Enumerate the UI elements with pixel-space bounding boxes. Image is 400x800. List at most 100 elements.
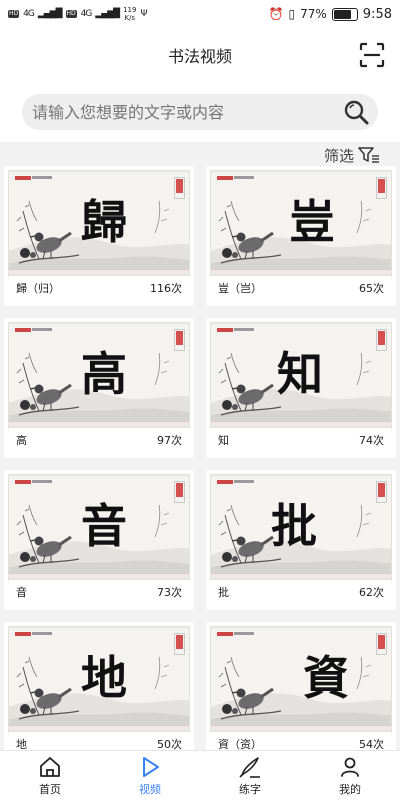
network-speed: 119 K/s <box>123 6 136 22</box>
filter-button[interactable]: 筛选 <box>0 142 400 168</box>
red-seal-stamp <box>176 179 183 193</box>
battery-icon <box>331 7 358 21</box>
app-header: 书法视频 <box>0 28 400 82</box>
view-count: 116次 <box>150 282 182 295</box>
filter-label: 筛选 <box>323 146 354 165</box>
play-icon <box>143 756 159 777</box>
user-icon <box>341 757 359 777</box>
calligraphy-character: 資 <box>303 651 349 705</box>
tab-mine-label: 我的 <box>339 782 361 796</box>
search-section <box>0 82 400 142</box>
brand-logo-text <box>32 480 52 483</box>
tab-mine[interactable]: 我的 <box>300 751 400 800</box>
alarm-icon: ⏰ <box>268 7 284 21</box>
filter-icon <box>358 147 379 163</box>
thumbnail-bottom-bar <box>9 269 189 275</box>
brand-logo-text <box>32 176 52 179</box>
signal1-label: 4G <box>23 9 35 19</box>
status-bar: HD 4G ▂▄▆█ HD 4G ▂▄▆█ 119 K/s Ψ ⏰ ▯ 77% … <box>0 0 400 28</box>
clock: 9:58 <box>362 6 392 22</box>
view-count: 97次 <box>157 434 182 447</box>
status-left: HD 4G ▂▄▆█ HD 4G ▂▄▆█ 119 K/s Ψ <box>8 6 148 22</box>
brand-logo-text <box>32 328 52 331</box>
page-title: 书法视频 <box>167 47 232 66</box>
view-count: 65次 <box>359 282 384 295</box>
battery-fill <box>333 9 351 19</box>
thumbnail-bottom-bar <box>9 573 189 579</box>
network-speed-unit: K/s <box>124 14 136 22</box>
search-input[interactable] <box>32 102 332 122</box>
calligraphy-character: 歸 <box>81 195 127 249</box>
brand-logo <box>217 480 233 484</box>
battery-percent: 77% <box>300 7 327 21</box>
video-thumbnail[interactable]: 資 <box>210 626 392 732</box>
thumbnail-bottom-bar <box>9 421 189 427</box>
red-seal-stamp <box>176 483 183 497</box>
tab-practice[interactable]: 练字 <box>200 751 300 800</box>
video-thumbnail[interactable]: 地 <box>8 626 190 732</box>
video-title: 知 <box>218 434 229 447</box>
brand-logo <box>217 632 233 636</box>
video-card[interactable]: 歸歸（归） 116次 <box>4 166 194 306</box>
brand-logo-text <box>234 632 254 635</box>
tab-video-label: 视频 <box>139 782 161 796</box>
video-thumbnail[interactable]: 歸 <box>8 170 190 276</box>
red-seal-stamp <box>378 635 385 649</box>
usb-icon: Ψ <box>140 9 147 19</box>
video-card[interactable]: 地地 50次 <box>4 622 194 762</box>
red-seal-stamp <box>378 179 385 193</box>
video-thumbnail[interactable]: 豈 <box>210 170 392 276</box>
calligraphy-character: 音 <box>81 499 127 553</box>
video-thumbnail[interactable]: 音 <box>8 474 190 580</box>
tab-video[interactable]: 视频 <box>100 751 200 800</box>
video-thumbnail[interactable]: 高 <box>8 322 190 428</box>
calligraphy-character: 地 <box>81 651 127 705</box>
video-card[interactable]: 高高 97次 <box>4 318 194 458</box>
scan-icon[interactable] <box>358 41 386 69</box>
video-grid: 歸歸（归） 116次 豈豈（岂） 65次 高高 97次 知知 74次 音 音 7… <box>4 166 396 762</box>
tab-home[interactable]: 首页 <box>0 751 100 800</box>
bottom-tab-bar: 首页 视频 练字 我的 <box>0 750 400 800</box>
video-card[interactable]: 知知 74次 <box>206 318 396 458</box>
thumbnail-bottom-bar <box>9 725 189 731</box>
view-count: 62次 <box>359 586 384 599</box>
network-speed-value: 119 <box>123 6 137 14</box>
ink-painting-illustration <box>211 656 391 731</box>
signal2-label: 4G <box>80 9 93 19</box>
brand-logo-text <box>32 632 52 635</box>
video-thumbnail[interactable]: 批 <box>210 474 392 580</box>
red-seal-stamp <box>176 331 183 345</box>
status-right: ⏰ ▯ 77% 9:58 <box>269 7 392 22</box>
tab-home-label: 首页 <box>39 782 61 796</box>
video-title: 歸（归） <box>16 282 60 295</box>
search-bar[interactable] <box>22 94 378 130</box>
video-title: 音 <box>16 586 27 599</box>
sim1-badge: HD <box>8 10 20 18</box>
video-card[interactable]: 音音 73次 <box>4 470 194 610</box>
video-card[interactable]: 豈豈（岂） 65次 <box>206 166 396 306</box>
brand-logo-text <box>234 176 254 179</box>
calligraphy-character: 豈 <box>289 195 335 249</box>
vibrate-icon: ▯ <box>288 7 296 21</box>
video-title: 豈（岂） <box>218 282 262 295</box>
brand-logo <box>15 632 31 636</box>
thumbnail-bottom-bar <box>211 269 391 275</box>
pen-icon <box>239 756 260 778</box>
search-icon[interactable] <box>342 98 370 126</box>
brand-logo-text <box>234 480 254 483</box>
video-card[interactable]: 批批 62次 <box>206 470 396 610</box>
thumbnail-bottom-bar <box>211 725 391 731</box>
thumbnail-bottom-bar <box>211 573 391 579</box>
view-count: 73次 <box>157 586 182 599</box>
red-seal-stamp <box>378 331 385 345</box>
thumbnail-bottom-bar <box>211 421 391 427</box>
red-seal-stamp <box>378 483 385 497</box>
video-card[interactable]: 資資（资） 54次 <box>206 622 396 762</box>
video-thumbnail[interactable]: 知 <box>210 322 392 428</box>
brand-logo <box>15 480 31 484</box>
brand-logo <box>15 176 31 180</box>
video-title: 高 <box>16 434 27 447</box>
calligraphy-character: 知 <box>277 347 323 401</box>
signal-bars2-icon: ▂▄▆█ <box>95 9 120 19</box>
calligraphy-character: 批 <box>271 499 317 553</box>
